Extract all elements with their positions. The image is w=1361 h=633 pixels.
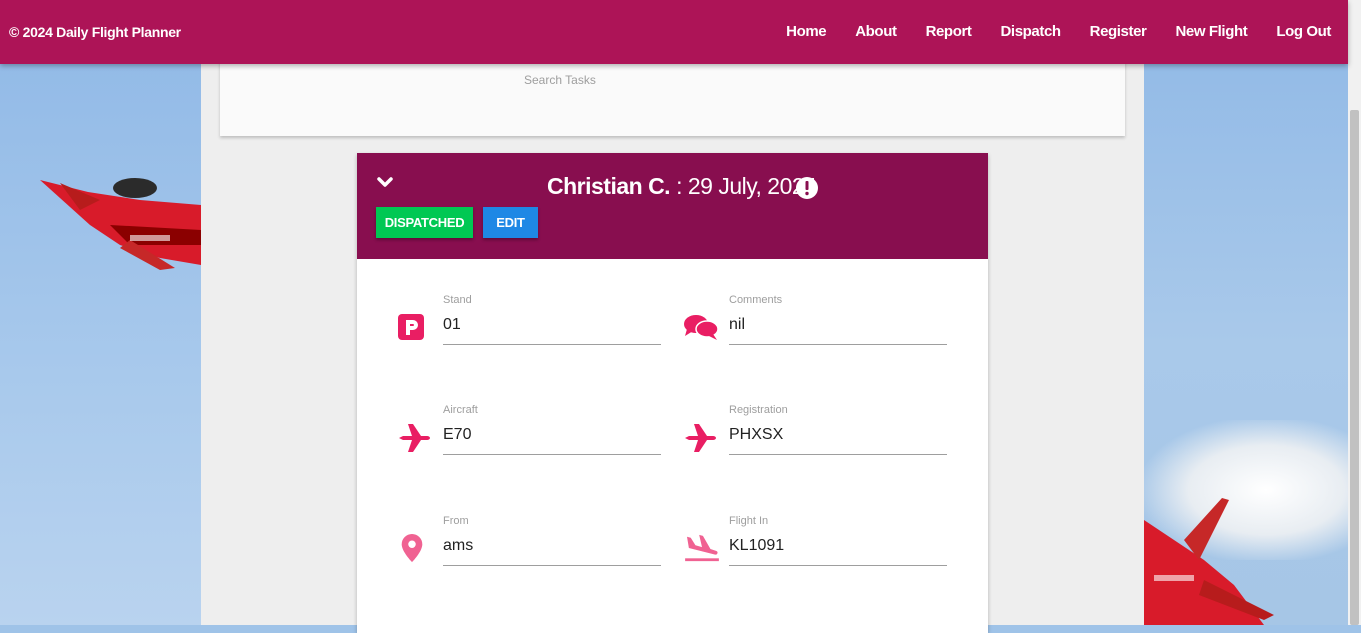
nav-link-dispatch[interactable]: Dispatch (1001, 23, 1062, 40)
plane-icon (399, 424, 430, 452)
plane-icon (685, 424, 716, 452)
comments-underline (729, 344, 947, 345)
plane-arrival-icon (685, 534, 719, 562)
exclamation-circle-icon[interactable] (795, 176, 819, 200)
stand-underline (443, 344, 661, 345)
nav-link-register[interactable]: Register (1090, 23, 1147, 40)
nav-links: Home About Report Dispatch Register New … (757, 23, 1331, 40)
flight-in-underline (729, 565, 947, 566)
comments-label: Comments (729, 294, 783, 306)
dispatched-button[interactable]: DISPATCHED (376, 207, 473, 238)
stand-label: Stand (443, 294, 472, 306)
search-card: Search Tasks (220, 56, 1125, 136)
aircraft-label: Aircraft (443, 404, 478, 416)
registration-value[interactable]: PHXSX (729, 426, 783, 444)
edit-button[interactable]: EDIT (483, 207, 538, 238)
flight-in-value[interactable]: KL1091 (729, 537, 784, 555)
from-label: From (443, 515, 469, 527)
chevron-down-icon[interactable] (376, 176, 394, 190)
aircraft-underline (443, 454, 661, 455)
nav-link-home[interactable]: Home (786, 23, 826, 40)
nav-link-log-out[interactable]: Log Out (1276, 23, 1331, 40)
flight-card: Christian C.: 29 July, 2024 DISPATCHED E… (357, 153, 988, 633)
background-image-right (1144, 0, 1348, 625)
scrollbar-thumb[interactable] (1350, 110, 1359, 625)
from-underline (443, 565, 661, 566)
flight-in-label: Flight In (729, 515, 769, 527)
parking-icon (398, 314, 424, 340)
map-marker-icon (401, 533, 423, 563)
stand-value[interactable]: 01 (443, 316, 461, 334)
background-image-left (0, 0, 201, 625)
comments-value[interactable]: nil (729, 316, 745, 334)
flight-card-header: Christian C.: 29 July, 2024 DISPATCHED E… (357, 153, 988, 259)
jet-image-right (1144, 498, 1274, 625)
registration-label: Registration (729, 404, 788, 416)
aircraft-value[interactable]: E70 (443, 426, 471, 444)
pilot-name: Christian C. (547, 173, 671, 199)
nav-link-new-flight[interactable]: New Flight (1175, 23, 1247, 40)
search-tasks-input[interactable]: Search Tasks (524, 73, 596, 87)
brand-text: © 2024 Daily Flight Planner (9, 24, 181, 40)
nav-link-report[interactable]: Report (926, 23, 972, 40)
comments-icon (684, 315, 719, 340)
registration-underline (729, 454, 947, 455)
navbar: © 2024 Daily Flight Planner Home About R… (0, 0, 1348, 64)
from-value[interactable]: ams (443, 537, 473, 555)
flight-card-title: Christian C.: 29 July, 2024 (547, 173, 817, 200)
nav-link-about[interactable]: About (855, 23, 897, 40)
